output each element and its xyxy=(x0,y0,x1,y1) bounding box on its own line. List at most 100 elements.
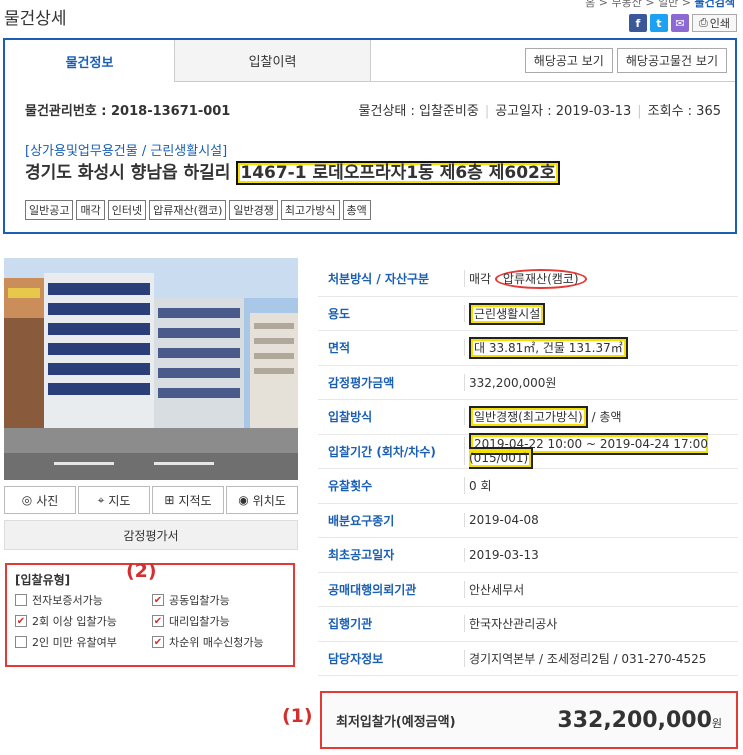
share-toolbar: f t ✉ ⎙ 인쇄 xyxy=(628,14,737,32)
detail-value: 332,200,000원 xyxy=(464,373,738,391)
bid-type-label: 차순위 매수신청가능 xyxy=(169,636,264,649)
bid-type-label: 2인 미만 유찰여부 xyxy=(32,636,117,649)
area-highlight: 대 33.81㎡, 건물 131.37㎡ xyxy=(469,337,628,360)
detail-label: 집행기관 xyxy=(328,617,373,632)
tab-bid-history[interactable]: 입찰이력 xyxy=(175,40,371,82)
map-button[interactable]: ⌖ 지도 xyxy=(78,486,150,514)
bid-type-label: 공동입찰가능 xyxy=(169,594,230,607)
address-highlight: 1467-1 로데오프라자1동 제6층 제602호 xyxy=(236,161,560,185)
bid-type-item: 2인 미만 유찰여부 xyxy=(15,634,152,650)
detail-row: 입찰방식 일반경쟁(최고가방식) / 총액 xyxy=(318,400,738,435)
bid-type-label: 전자보증서가능 xyxy=(32,594,103,607)
item-address: 경기도 화성시 향남읍 하길리 1467-1 로데오프라자1동 제6층 제602… xyxy=(25,158,560,185)
asset-type-highlight: 압류재산(캠코) xyxy=(494,269,587,290)
mail-icon[interactable]: ✉ xyxy=(670,14,689,32)
bid-type-label: 2회 이상 입찰가능 xyxy=(32,615,117,628)
detail-value: 2019-04-22 10:00 ~ 2019-04-24 17:00 (015… xyxy=(464,433,738,470)
photo-tools: ◎ 사진 ⌖ 지도 ⊞ 지적도 ◉ 위치도 xyxy=(4,486,298,514)
checkbox-checked-icon: ✔ xyxy=(152,636,164,648)
item-category: [상가용및업무용건물 / 근린생활시설] xyxy=(25,144,228,159)
detail-value: 안산세무서 xyxy=(464,580,738,598)
detail-value: 2019-04-08 xyxy=(464,513,738,528)
appraisal-report-button[interactable]: 감정평가서 xyxy=(4,520,298,550)
facebook-icon[interactable]: f xyxy=(628,14,647,32)
cadastral-button-label: 지적도 xyxy=(178,493,212,508)
cadastral-icon: ⊞ xyxy=(164,493,175,507)
detail-row: 용도 근린생활시설 xyxy=(318,297,738,331)
detail-row: 담당자정보 경기지역본부 / 조세정리2팀 / 031-270-4525 xyxy=(318,642,738,676)
detail-label: 공매대행의뢰기관 xyxy=(328,582,417,597)
map-icon: ⌖ xyxy=(97,492,105,507)
checkbox-checked-icon: ✔ xyxy=(152,594,164,606)
minimum-bid-amount-wrap: 332,200,000원 xyxy=(557,708,722,733)
checkbox-icon xyxy=(15,594,27,606)
breadcrumb-item-general[interactable]: 일반 xyxy=(658,0,678,9)
print-button[interactable]: ⎙ 인쇄 xyxy=(691,14,737,32)
view-notice-items-button[interactable]: 해당공고물건 보기 xyxy=(616,48,727,73)
bid-type-item: ✔ 차순위 매수신청가능 xyxy=(152,634,282,650)
minimum-bid-label: 최저입찰가(예정금액) xyxy=(336,714,456,730)
checkbox-checked-icon: ✔ xyxy=(152,615,164,627)
printer-icon: ⎙ xyxy=(698,16,708,29)
bid-type-label: 대리입찰가능 xyxy=(169,615,230,628)
detail-row: 공매대행의뢰기관 안산세무서 xyxy=(318,573,738,607)
bid-type-item: ✔ 대리입찰가능 xyxy=(152,613,282,629)
tag-item: 매각 xyxy=(76,200,105,220)
detail-row: 배분요구종기 2019-04-08 xyxy=(318,504,738,538)
detail-row: 처분방식 / 자산구분 매각 압류재산(캠코) xyxy=(318,262,738,297)
detail-value: 2019-03-13 xyxy=(464,547,738,562)
map-button-label: 지도 xyxy=(108,493,131,508)
bid-type-item: ✔ 2회 이상 입찰가능 xyxy=(15,613,152,629)
tag-item: 일반공고 xyxy=(25,200,74,220)
location-map-button[interactable]: ◉ 위치도 xyxy=(226,486,298,514)
detail-value: 0 회 xyxy=(464,477,738,495)
minimum-bid-box: 최저입찰가(예정금액) 332,200,000원 xyxy=(320,691,738,749)
tab-item-info[interactable]: 물건정보 xyxy=(5,40,175,82)
tag-list: 일반공고 매각 인터넷 압류재산(캠코) 일반경쟁 최고가방식 총액 xyxy=(25,200,371,220)
detail-row: 집행기관 한국자산관리공사 xyxy=(318,607,738,642)
view-notice-button[interactable]: 해당공고 보기 xyxy=(524,48,613,73)
detail-label: 면적 xyxy=(328,341,351,356)
method-highlight: 일반경쟁(최고가방식) xyxy=(469,406,588,429)
photo-button[interactable]: ◎ 사진 xyxy=(4,486,76,514)
checkbox-checked-icon: ✔ xyxy=(15,615,27,627)
tab-bar: 물건정보 입찰이력 해당공고 보기 해당공고물건 보기 xyxy=(5,40,735,82)
use-highlight: 근린생활시설 xyxy=(469,302,546,325)
detail-row: 유찰횟수 0 회 xyxy=(318,469,738,504)
item-mgmt-no: 물건관리번호 : 2018-13671-001 xyxy=(25,104,231,119)
detail-value: 대 33.81㎡, 건물 131.37㎡ xyxy=(464,337,738,360)
detail-label: 배분요구종기 xyxy=(328,513,395,528)
item-status: 물건상태 : 입찰준비중 xyxy=(358,104,479,119)
period-highlight: 2019-04-22 10:00 ~ 2019-04-24 17:00 (015… xyxy=(469,433,708,470)
detail-label: 처분방식 / 자산구분 xyxy=(328,272,430,287)
camera-icon: ◎ xyxy=(21,493,33,507)
property-photo[interactable] xyxy=(4,258,298,480)
breadcrumb-item-realestate[interactable]: 부동산 xyxy=(611,0,641,9)
breadcrumb-item-home[interactable]: 홈 xyxy=(585,0,595,9)
location-button-label: 위치도 xyxy=(252,493,286,508)
minimum-bid-unit: 원 xyxy=(711,716,722,730)
item-info-box: 물건정보 입찰이력 해당공고 보기 해당공고물건 보기 물건관리번호 : 201… xyxy=(3,38,737,234)
detail-table: 처분방식 / 자산구분 매각 압류재산(캠코) 용도 근린생활시설 면적 대 3… xyxy=(318,262,738,676)
tab-actions: 해당공고 보기 해당공고물건 보기 xyxy=(371,40,735,82)
item-meta-row: 물건관리번호 : 2018-13671-001 물건상태 : 입찰준비중 | 공고일… xyxy=(25,100,721,119)
page-title: 물건상세 xyxy=(4,9,67,29)
cadastral-map-button[interactable]: ⊞ 지적도 xyxy=(152,486,224,514)
print-label: 인쇄 xyxy=(709,17,730,30)
bid-type-item: 전자보증서가능 xyxy=(15,592,152,608)
detail-label: 감정평가금액 xyxy=(328,375,395,390)
breadcrumb: 홈 > 부동산 > 일반 > 물건검색 xyxy=(585,0,735,10)
twitter-icon[interactable]: t xyxy=(649,14,668,32)
detail-row: 입찰기간 (회차/차수) 2019-04-22 10:00 ~ 2019-04-… xyxy=(318,433,738,470)
annotation-label-1: (1) xyxy=(282,705,313,727)
detail-value: 한국자산관리공사 xyxy=(464,615,738,633)
detail-label: 입찰기간 (회차/차수) xyxy=(328,444,436,459)
detail-row: 감정평가금액 332,200,000원 xyxy=(318,366,738,400)
breadcrumb-current: 물건검색 xyxy=(694,0,735,9)
detail-value: 매각 압류재산(캠코) xyxy=(464,269,738,290)
item-status-group: 물건상태 : 입찰준비중 | 공고일자 : 2019-03-13 | 조회수 : 365 xyxy=(358,104,721,119)
detail-label: 용도 xyxy=(328,306,351,321)
tag-item: 최고가방식 xyxy=(280,200,340,220)
detail-value: 일반경쟁(최고가방식) / 총액 xyxy=(464,406,738,429)
tag-item: 압류재산(캠코) xyxy=(149,200,227,220)
